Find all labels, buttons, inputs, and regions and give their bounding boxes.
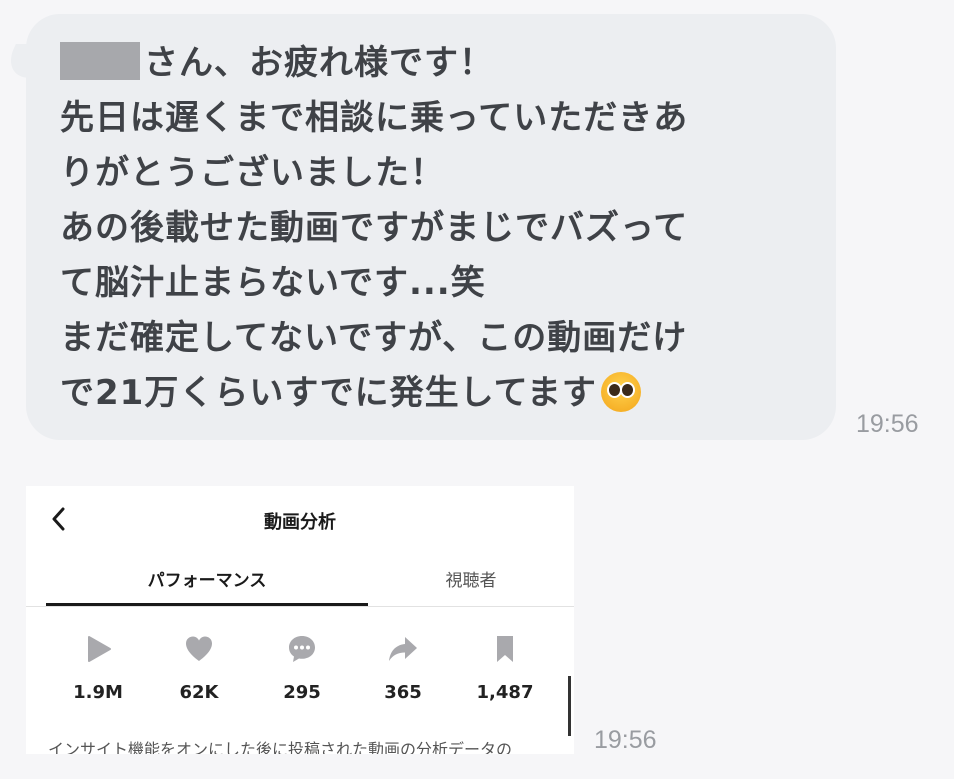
message-line-4: あの後載せた動画ですがまじでバズって: [60, 208, 689, 248]
screen-title: 動画分析: [264, 512, 336, 533]
message-timestamp: 19:56: [856, 410, 919, 438]
message-bubble[interactable]: さん、お疲れ様です！ 先日は遅くまで相談に乗っていただきあ りがとうございました…: [26, 14, 836, 440]
attachment-timestamp: 19:56: [594, 726, 657, 754]
message-text: さん、お疲れ様です！ 先日は遅くまで相談に乗っていただきあ りがとうございました…: [60, 36, 820, 421]
screenshot-attachment[interactable]: 動画分析 パフォーマンス 視聴者 1.9M 62K 295 365 1,487 …: [26, 486, 574, 754]
pleading-face-emoji: [600, 372, 641, 412]
tab-performance: パフォーマンス: [147, 571, 267, 591]
share-icon: [389, 637, 417, 661]
play-icon: [88, 636, 111, 662]
scrollbar: [568, 676, 571, 736]
tab-divider: [26, 606, 574, 607]
comment-icon: [289, 636, 315, 662]
message-line-5: て脳汁止まらないです...笑: [60, 263, 486, 303]
analytics-note: インサイト機能をオンにした後に投稿された動画の分析データの: [48, 740, 513, 754]
stat-likes: 62K: [179, 682, 219, 703]
bookmark-icon: [497, 636, 513, 662]
redacted-name: [60, 42, 140, 80]
stat-comments: 295: [283, 682, 321, 703]
heart-icon: [186, 636, 212, 661]
message-line-3: りがとうございました！: [60, 153, 445, 193]
message-line-2: 先日は遅くまで相談に乗っていただきあ: [60, 98, 689, 138]
message-line-1: さん、お疲れ様です！: [60, 36, 820, 91]
message-line-6: まだ確定してないですが、この動画だけ: [60, 318, 688, 358]
stat-views: 1.9M: [73, 682, 123, 703]
message-line-7: で21万くらいすでに発生してます: [60, 366, 820, 421]
stat-shares: 365: [384, 682, 422, 703]
tab-audience: 視聴者: [445, 571, 497, 591]
stat-saves: 1,487: [476, 682, 534, 703]
